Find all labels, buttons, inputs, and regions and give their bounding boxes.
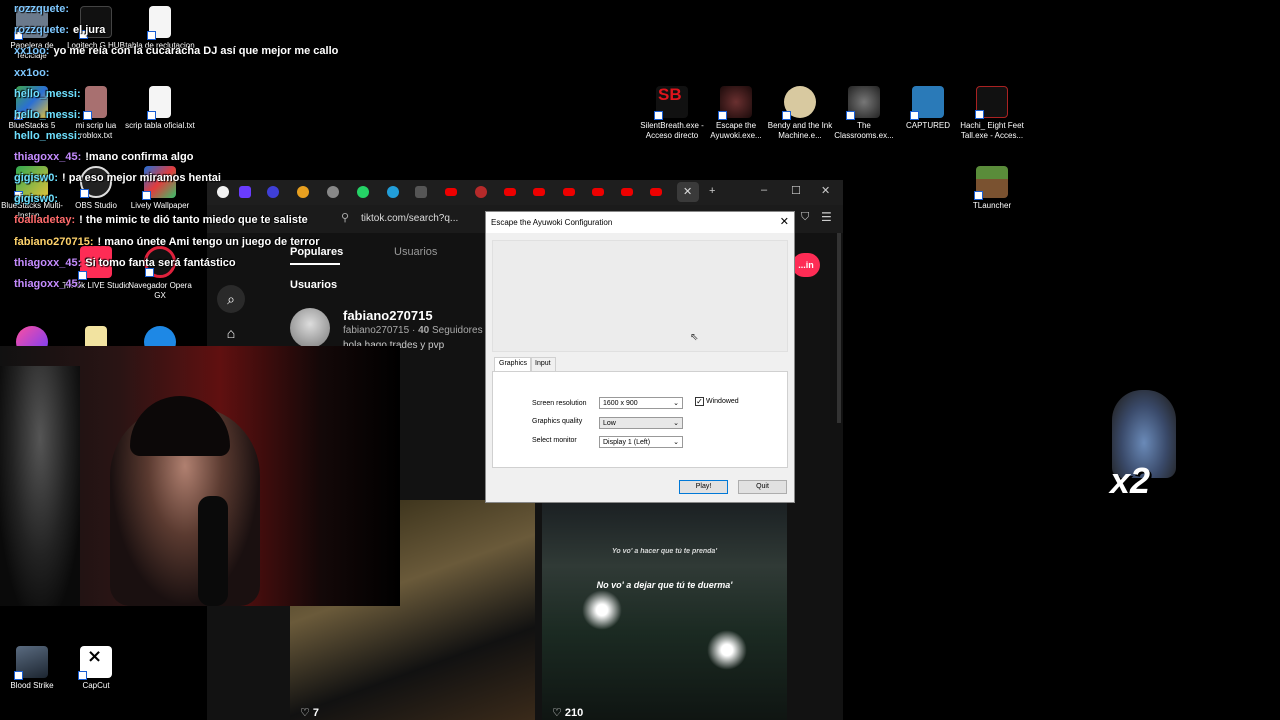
dialog-title: Escape the Ayuwoki Configuration <box>491 218 613 227</box>
flash-glow <box>582 590 622 630</box>
tlauncher-icon[interactable]: TLauncher <box>956 166 1028 211</box>
chat-message: thiagoxx_45: !mano confirma algo <box>14 151 194 163</box>
home-icon[interactable]: ⌂ <box>217 319 245 347</box>
cursor-icon: ⇖ <box>690 332 699 343</box>
video-caption: No vo' a dejar que tú te duerma' <box>596 580 733 590</box>
section-title: Usuarios <box>290 279 338 291</box>
config-dialog: Escape the Ayuwoki Configuration ✕ ⇖ Gra… <box>485 211 795 503</box>
microphone <box>198 496 228 606</box>
tab-icon[interactable] <box>217 186 229 198</box>
tab-icon[interactable] <box>239 186 251 198</box>
youtube-tab-icon[interactable] <box>563 188 575 196</box>
chat-message: xx1oo: <box>14 67 50 79</box>
sticker-text: x2 <box>1110 460 1151 501</box>
chat-message: hello_messi: <box>14 109 81 121</box>
windowed-checkbox[interactable]: ✓ <box>695 397 704 406</box>
webcam-overlay <box>0 346 400 606</box>
tab-icon[interactable] <box>327 186 339 198</box>
resolution-select[interactable]: 1600 x 900 ⌄ <box>599 397 683 409</box>
user-meta: fabiano270715 · 40 Seguidores <box>343 325 483 336</box>
background-figure <box>0 366 80 606</box>
windowed-label: Windowed <box>706 398 739 405</box>
youtube-tab-icon[interactable] <box>504 188 516 196</box>
chat-message: foalladetay:! the mimic te dió tanto mie… <box>14 214 308 226</box>
opera-gx-icon[interactable]: Navegador Opera GX <box>124 246 196 301</box>
scrollbar[interactable] <box>837 233 841 423</box>
chat-message: fabiano270715:! mano únete Ami tengo un … <box>14 236 320 248</box>
chat-message: rozzquete: el jura <box>14 24 106 36</box>
hair <box>130 396 230 456</box>
chat-message: thiagoxx_45: Si tomo fanta será fantástic… <box>14 257 236 269</box>
chat-message: gigisw0: <box>14 193 59 205</box>
quality-label: Graphics quality <box>532 418 583 425</box>
blood-strike-icon[interactable]: Blood Strike <box>0 646 68 691</box>
whatsapp-tab-icon[interactable] <box>357 186 369 198</box>
quality-select[interactable]: Low ⌄ <box>599 417 683 429</box>
active-tab-underline <box>290 263 340 265</box>
chat-message: rozzquete: <box>14 3 69 15</box>
search-globe-icon: ⚲ <box>341 212 350 224</box>
active-tab[interactable]: ✕ <box>677 182 699 202</box>
dialog-banner <box>492 240 788 352</box>
tab-input[interactable]: Input <box>530 357 556 371</box>
silentbreath-icon[interactable]: SB SilentBreath.exe - Acceso directo <box>636 86 708 141</box>
hachi-icon[interactable]: Hachi_ Eight Feet Tall.exe - Acces... <box>956 86 1028 141</box>
tab-usuarios[interactable]: Usuarios <box>394 246 437 258</box>
dialog-title-bar: Escape the Ayuwoki Configuration ✕ <box>486 212 794 233</box>
close-icon[interactable]: ✕ <box>821 184 830 197</box>
tab-icon[interactable] <box>267 186 279 198</box>
video-thumbnail[interactable]: Yo vo' a hacer que tú te prenda' No vo' … <box>542 500 787 720</box>
avatar[interactable] <box>290 308 330 348</box>
tab-graphics[interactable]: Graphics <box>494 357 533 371</box>
x2-sticker: x2 <box>1104 390 1184 505</box>
close-icon[interactable]: ✕ <box>780 215 789 228</box>
tab-icon[interactable] <box>415 186 427 198</box>
graphics-panel: Screen resolution 1600 x 900 ⌄ Graphics q… <box>492 371 788 468</box>
chat-message: thiagoxx_45: <box>14 278 82 290</box>
likes-count: ♡ 210 <box>552 707 584 719</box>
monitor-select[interactable]: Display 1 (Left) ⌄ <box>599 436 683 448</box>
likes-count: ♡ 7 <box>300 707 320 719</box>
minimize-icon[interactable]: – <box>761 184 767 196</box>
search-icon[interactable]: ⌕ <box>217 285 245 313</box>
captured-icon[interactable]: CAPTURED <box>892 86 964 131</box>
tab-icon[interactable] <box>387 186 399 198</box>
quit-button[interactable]: Quit <box>738 480 787 494</box>
chat-message: hello_messi: <box>14 88 81 100</box>
maximize-icon[interactable]: ☐ <box>791 184 801 197</box>
tab-icon[interactable] <box>475 186 487 198</box>
desktop: Papelera de reciclaje Logitech G HUB tab… <box>0 0 1280 720</box>
video-caption: Yo vo' a hacer que tú te prenda' <box>612 548 717 555</box>
menu-icon[interactable]: ☰ <box>821 210 832 224</box>
the-classrooms-icon[interactable]: The Classrooms.ex... <box>828 86 900 141</box>
user-name[interactable]: fabiano270715 <box>343 308 433 323</box>
chat-message: gigisw0:! pa eso mejor miramos hentai <box>14 172 221 184</box>
youtube-tab-icon[interactable] <box>650 188 662 196</box>
chat-message: xx1oo: yo me reía con la cucaracha DJ así… <box>14 45 339 57</box>
youtube-tab-icon[interactable] <box>445 188 457 196</box>
url-text[interactable]: tiktok.com/search?q... <box>361 213 458 224</box>
chevron-down-icon: ⌄ <box>673 420 679 427</box>
play-button[interactable]: Play! <box>679 480 728 494</box>
bendy-icon[interactable]: Bendy and the Ink Machine.e... <box>764 86 836 141</box>
escape-ayuwoki-icon[interactable]: Escape the Ayuwoki.exe... <box>700 86 772 141</box>
chat-message: hello_messi: <box>14 130 81 142</box>
youtube-tab-icon[interactable] <box>533 188 545 196</box>
flash-glow <box>707 630 747 670</box>
chevron-down-icon: ⌄ <box>673 400 679 407</box>
login-button[interactable]: ...in <box>792 253 820 277</box>
new-tab-icon[interactable]: + <box>709 185 715 197</box>
shield-icon[interactable]: ⛉ <box>801 211 809 224</box>
monitor-label: Select monitor <box>532 437 577 444</box>
youtube-tab-icon[interactable] <box>621 188 633 196</box>
text-file-icon[interactable]: scrip tabla oficial.txt <box>124 86 196 131</box>
tab-bar: ✕ + – ☐ ✕ <box>207 180 843 205</box>
chevron-down-icon: ⌄ <box>673 439 679 446</box>
youtube-tab-icon[interactable] <box>592 188 604 196</box>
resolution-label: Screen resolution <box>532 400 587 407</box>
capcut-icon[interactable]: ⨯ CapCut <box>60 646 132 691</box>
tab-icon[interactable] <box>297 186 309 198</box>
